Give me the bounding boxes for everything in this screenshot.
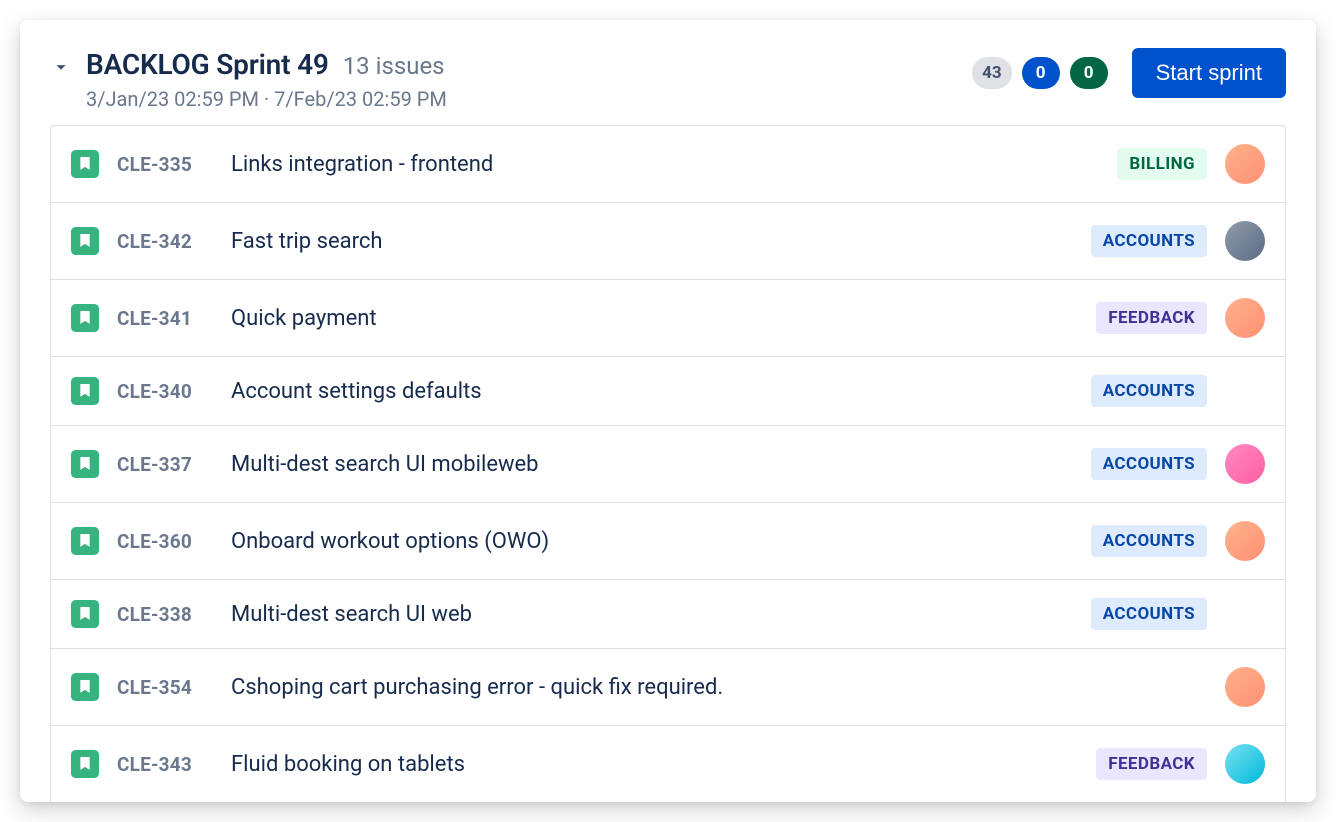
- issue-key: CLE-337: [117, 453, 213, 476]
- issue-key: CLE-341: [117, 307, 213, 330]
- assignee-avatar[interactable]: [1225, 744, 1265, 784]
- epic-tag[interactable]: ACCOUNTS: [1091, 225, 1207, 257]
- sprint-dates: 3/Jan/23 02:59 PM · 7/Feb/23 02:59 PM: [86, 87, 447, 111]
- sprint-title: BACKLOG Sprint 49: [86, 48, 329, 81]
- start-sprint-button[interactable]: Start sprint: [1132, 48, 1286, 98]
- epic-tag[interactable]: ACCOUNTS: [1091, 598, 1207, 630]
- issue-row[interactable]: CLE-343 Fluid booking on tablets FEEDBACK: [51, 726, 1285, 802]
- issue-summary: Multi-dest search UI mobileweb: [231, 452, 1073, 477]
- issue-row[interactable]: CLE-340 Account settings defaults ACCOUNTS: [51, 357, 1285, 426]
- issue-key: CLE-360: [117, 530, 213, 553]
- issue-summary: Cshoping cart purchasing error - quick f…: [231, 675, 1207, 700]
- assignee-avatar[interactable]: [1225, 221, 1265, 261]
- count-pill-inprogress[interactable]: 0: [1022, 57, 1060, 89]
- issue-summary: Account settings defaults: [231, 379, 1073, 404]
- sprint-header-left: BACKLOG Sprint 49 13 issues 3/Jan/23 02:…: [50, 48, 447, 111]
- story-icon: [71, 377, 99, 405]
- epic-tag[interactable]: FEEDBACK: [1096, 748, 1207, 780]
- assignee-avatar[interactable]: [1225, 298, 1265, 338]
- issue-key: CLE-340: [117, 380, 213, 403]
- issue-row[interactable]: CLE-338 Multi-dest search UI web ACCOUNTS: [51, 580, 1285, 649]
- issue-row[interactable]: CLE-360 Onboard workout options (OWO) ACCO…: [51, 503, 1285, 580]
- assignee-avatar[interactable]: [1225, 144, 1265, 184]
- epic-tag[interactable]: ACCOUNTS: [1091, 448, 1207, 480]
- epic-tag[interactable]: ACCOUNTS: [1091, 375, 1207, 407]
- story-icon: [71, 304, 99, 332]
- issue-key: CLE-335: [117, 153, 213, 176]
- issue-row[interactable]: CLE-341 Quick payment FEEDBACK: [51, 280, 1285, 357]
- issue-count: 13 issues: [343, 52, 445, 80]
- issue-key: CLE-343: [117, 753, 213, 776]
- issue-list: CLE-335 Links integration - frontend BILLI…: [50, 125, 1286, 802]
- assignee-avatar[interactable]: [1225, 521, 1265, 561]
- sprint-header-right: 43 0 0 Start sprint: [972, 48, 1286, 98]
- story-icon: [71, 750, 99, 778]
- issue-row[interactable]: CLE-342 Fast trip search ACCOUNTS: [51, 203, 1285, 280]
- epic-tag[interactable]: ACCOUNTS: [1091, 525, 1207, 557]
- count-pill-done[interactable]: 0: [1070, 57, 1108, 89]
- story-icon: [71, 673, 99, 701]
- assignee-avatar[interactable]: [1225, 667, 1265, 707]
- sprint-header: BACKLOG Sprint 49 13 issues 3/Jan/23 02:…: [20, 48, 1316, 125]
- assignee-avatar[interactable]: [1225, 444, 1265, 484]
- issue-key: CLE-338: [117, 603, 213, 626]
- epic-tag[interactable]: BILLING: [1117, 148, 1207, 180]
- count-pill-todo[interactable]: 43: [972, 57, 1012, 89]
- story-icon: [71, 227, 99, 255]
- issue-summary: Multi-dest search UI web: [231, 602, 1073, 627]
- story-icon: [71, 150, 99, 178]
- issue-row[interactable]: CLE-354 Cshoping cart purchasing error - …: [51, 649, 1285, 726]
- issue-summary: Quick payment: [231, 306, 1078, 331]
- issue-summary: Fast trip search: [231, 229, 1073, 254]
- story-icon: [71, 527, 99, 555]
- issue-row[interactable]: CLE-337 Multi-dest search UI mobileweb ACC…: [51, 426, 1285, 503]
- story-icon: [71, 450, 99, 478]
- issue-key: CLE-342: [117, 230, 213, 253]
- backlog-panel: BACKLOG Sprint 49 13 issues 3/Jan/23 02:…: [20, 20, 1316, 802]
- issue-row[interactable]: CLE-335 Links integration - frontend BILLI…: [51, 126, 1285, 203]
- issue-summary: Links integration - frontend: [231, 152, 1099, 177]
- chevron-down-icon[interactable]: [50, 56, 72, 82]
- issue-key: CLE-354: [117, 676, 213, 699]
- issue-summary: Fluid booking on tablets: [231, 752, 1078, 777]
- issue-summary: Onboard workout options (OWO): [231, 529, 1073, 554]
- story-icon: [71, 600, 99, 628]
- epic-tag[interactable]: FEEDBACK: [1096, 302, 1207, 334]
